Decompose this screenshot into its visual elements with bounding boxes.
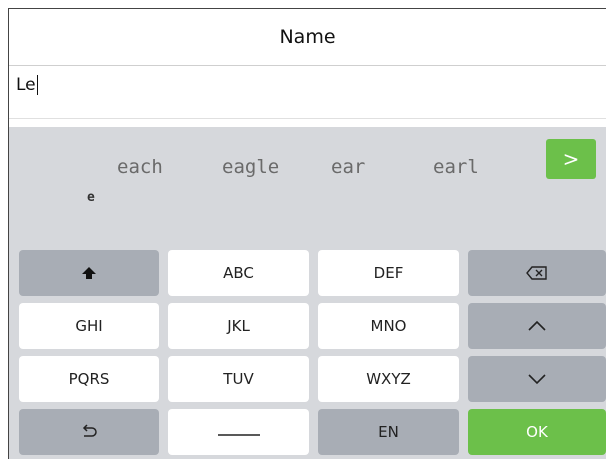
- candidate-word[interactable]: each: [117, 156, 163, 178]
- keyboard: each eagle ear earl e > ABC DEF GHI JKL …: [9, 127, 606, 459]
- back-key[interactable]: [19, 409, 159, 455]
- name-input-value: Le: [16, 75, 36, 95]
- input-divider: [9, 118, 606, 119]
- key-mno[interactable]: MNO: [318, 303, 459, 349]
- key-ghi[interactable]: GHI: [19, 303, 159, 349]
- backspace-icon: [526, 266, 547, 280]
- key-pqrs[interactable]: PQRS: [19, 356, 159, 402]
- app-screen: Name Le each eagle ear earl e > ABC DEF: [8, 8, 606, 459]
- candidate-bar: each eagle ear earl e >: [9, 127, 606, 227]
- page-title: Name: [279, 26, 336, 48]
- name-input-field[interactable]: Le: [9, 66, 606, 118]
- space-key[interactable]: [168, 409, 309, 455]
- undo-icon: [82, 424, 97, 437]
- key-def[interactable]: DEF: [318, 250, 459, 296]
- next-candidates-button[interactable]: >: [546, 139, 596, 179]
- key-wxyz[interactable]: WXYZ: [318, 356, 459, 402]
- candidate-word[interactable]: earl: [433, 156, 479, 178]
- space-bar-icon: [217, 434, 260, 436]
- key-abc[interactable]: ABC: [168, 250, 309, 296]
- language-key[interactable]: EN: [318, 409, 459, 455]
- cursor-down-key[interactable]: [468, 356, 606, 402]
- ok-button[interactable]: OK: [468, 409, 606, 455]
- shift-icon: [82, 267, 96, 279]
- chevron-down-icon: [528, 374, 546, 385]
- cursor-up-key[interactable]: [468, 303, 606, 349]
- backspace-key[interactable]: [468, 250, 606, 296]
- key-tuv[interactable]: TUV: [168, 356, 309, 402]
- text-caret: [36, 75, 38, 95]
- key-jkl[interactable]: JKL: [168, 303, 309, 349]
- chevron-up-icon: [528, 320, 546, 331]
- candidate-word[interactable]: eagle: [222, 156, 279, 178]
- shift-key[interactable]: [19, 250, 159, 296]
- candidate-word[interactable]: ear: [331, 156, 365, 178]
- composition-text: e: [87, 190, 95, 205]
